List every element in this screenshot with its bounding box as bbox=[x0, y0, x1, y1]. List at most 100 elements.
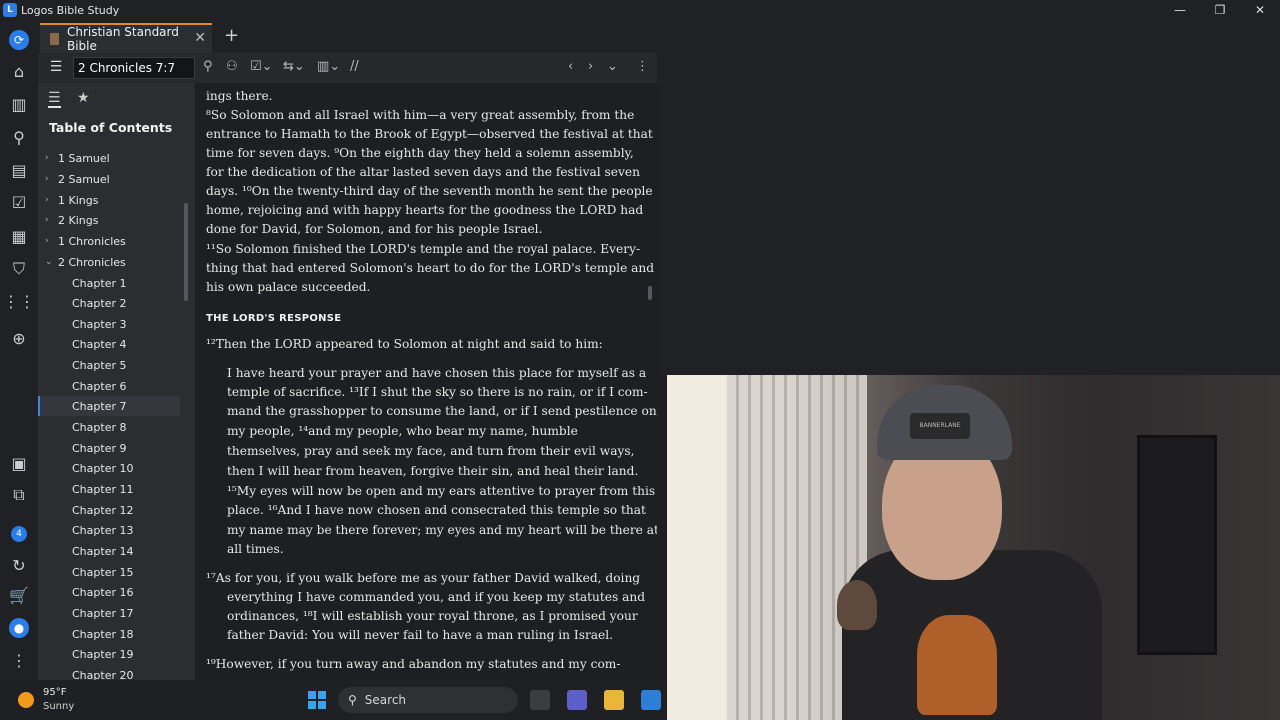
poem-line[interactable]: my name may be there forever; my eyes an… bbox=[227, 523, 657, 537]
toc-chapter-6[interactable]: Chapter 6 bbox=[38, 376, 180, 396]
task-view-icon[interactable] bbox=[530, 690, 550, 710]
weather-condition[interactable]: Sunny bbox=[43, 701, 74, 712]
verse-line[interactable]: thing that had entered Solomon's heart t… bbox=[206, 261, 657, 275]
verse-line[interactable]: his own palace succeeded. bbox=[206, 280, 370, 294]
toc-book-1-kings[interactable]: › 1 Kings bbox=[38, 190, 180, 210]
poem-line[interactable]: I have heard your prayer and have chosen… bbox=[227, 366, 646, 380]
verse-line[interactable]: days. ¹⁰On the twenty-third day of the s… bbox=[206, 184, 653, 198]
more-icon[interactable]: ⋮ bbox=[9, 650, 29, 670]
toc-chapter-16[interactable]: Chapter 16 bbox=[38, 582, 180, 602]
toc-chapter-20[interactable]: Chapter 20 bbox=[38, 665, 180, 681]
visual-filter-icon[interactable]: ☑⌄ bbox=[250, 59, 273, 74]
history-dropdown-icon[interactable]: ⌄ bbox=[607, 59, 618, 74]
tab-christian-standard-bible[interactable]: Christian Standard Bible ✕ bbox=[40, 23, 212, 53]
toc-chapter-14[interactable]: Chapter 14 bbox=[38, 541, 180, 561]
undock-icon[interactable]: ⧉ bbox=[9, 485, 29, 505]
sun-icon[interactable] bbox=[18, 692, 34, 708]
toc-chapter-3[interactable]: Chapter 3 bbox=[38, 314, 180, 334]
toc-chapter-4[interactable]: Chapter 4 bbox=[38, 334, 180, 354]
poem-line[interactable]: everything I have commanded you, and if … bbox=[227, 590, 645, 604]
shield-icon[interactable]: ⛉ bbox=[9, 259, 29, 279]
verse-line[interactable]: entrance to Hamath to the Brook of Egypt… bbox=[206, 127, 653, 141]
toc-chapter-8[interactable]: Chapter 8 bbox=[38, 417, 180, 437]
poem-line[interactable]: place. ¹⁶And I have now chosen and conse… bbox=[227, 503, 646, 517]
poem-line[interactable]: father David: You will never fail to hav… bbox=[227, 628, 613, 642]
poem-line[interactable]: themselves, pray and seek my face, and t… bbox=[227, 444, 634, 458]
parallel-icon[interactable]: // bbox=[350, 59, 359, 74]
tab-close-icon[interactable]: ✕ bbox=[194, 30, 206, 46]
store-icon[interactable] bbox=[641, 690, 661, 710]
back-icon[interactable]: ‹ bbox=[568, 59, 573, 74]
poem-line[interactable]: ¹⁷As for you, if you walk before me as y… bbox=[206, 571, 640, 585]
favorites-tab-icon[interactable]: ★ bbox=[77, 90, 90, 106]
toc-chapter-15[interactable]: Chapter 15 bbox=[38, 562, 180, 582]
reference-input[interactable] bbox=[73, 57, 195, 79]
document-icon[interactable]: ▦ bbox=[9, 226, 29, 246]
verse-line[interactable]: for the dedication of the altar lasted s… bbox=[206, 165, 640, 179]
poem-line[interactable]: then I will hear from heaven, forgive th… bbox=[227, 464, 638, 478]
poem-line[interactable]: my people, ¹⁴and my people, who bear my … bbox=[227, 424, 578, 438]
library-icon[interactable]: ▥ bbox=[9, 94, 29, 114]
teams-icon[interactable] bbox=[567, 690, 587, 710]
toc-book-2-chronicles[interactable]: ⌄ 2 Chronicles bbox=[38, 252, 180, 272]
verse-line[interactable]: ⁸So Solomon and all Israel with him—a ve… bbox=[206, 108, 634, 122]
poem-line[interactable]: ¹⁹However, if you turn away and abandon … bbox=[206, 657, 620, 671]
poem-line[interactable]: all times. bbox=[227, 542, 284, 556]
toc-chapter-19[interactable]: Chapter 19 bbox=[38, 644, 180, 664]
toc-chapter-5[interactable]: Chapter 5 bbox=[38, 355, 180, 375]
poem-line[interactable]: ordinances, ¹⁸I will establish your roya… bbox=[227, 609, 638, 623]
forward-icon[interactable]: › bbox=[588, 59, 593, 74]
toc-chapter-13[interactable]: Chapter 13 bbox=[38, 520, 180, 540]
more-options-icon[interactable]: ⋮ bbox=[636, 59, 649, 74]
windows-start-icon[interactable] bbox=[308, 691, 326, 709]
toc-chapter-7[interactable]: Chapter 7 bbox=[38, 396, 180, 416]
new-tab-button[interactable]: + bbox=[224, 25, 239, 46]
account-icon[interactable]: ● bbox=[9, 618, 29, 638]
verse-line[interactable]: ings there. bbox=[206, 89, 273, 103]
verse-line[interactable]: ¹²Then the LORD appeared to Solomon at n… bbox=[206, 337, 603, 351]
people-icon[interactable]: ⚇ bbox=[226, 59, 238, 74]
toc-chapter-11[interactable]: Chapter 11 bbox=[38, 479, 180, 499]
poem-line[interactable]: mand the grasshopper to consume the land… bbox=[227, 404, 657, 418]
notification-badge[interactable]: 4 bbox=[11, 526, 27, 542]
reader-scrollbar[interactable] bbox=[648, 286, 652, 300]
guides-icon[interactable]: ▤ bbox=[9, 160, 29, 180]
verse-line[interactable]: ¹¹So Solomon finished the LORD's temple … bbox=[206, 242, 640, 256]
poem-line[interactable]: ¹⁵My eyes will now be open and my ears a… bbox=[227, 484, 655, 498]
search-icon[interactable]: ⚲ bbox=[203, 59, 213, 74]
poem-line[interactable]: temple of sacrifice. ¹³If I shut the sky… bbox=[227, 385, 648, 399]
taskbar-search[interactable]: ⚲ Search bbox=[338, 687, 518, 713]
layouts-icon[interactable]: ▣ bbox=[9, 453, 29, 473]
minimize-button[interactable]: — bbox=[1160, 0, 1200, 20]
toc-tab-icon[interactable]: ☰ bbox=[48, 90, 61, 108]
close-window-button[interactable]: ✕ bbox=[1240, 0, 1280, 20]
toc-book-1-samuel[interactable]: › 1 Samuel bbox=[38, 148, 180, 168]
home-icon[interactable]: ⌂ bbox=[9, 61, 29, 81]
verse-line[interactable]: home, rejoicing and with happy hearts fo… bbox=[206, 203, 643, 217]
interlinear-icon[interactable]: ⇆⌄ bbox=[283, 59, 305, 74]
file-explorer-icon[interactable] bbox=[604, 690, 624, 710]
toc-chapter-9[interactable]: Chapter 9 bbox=[38, 438, 180, 458]
cart-icon[interactable]: 🛒 bbox=[9, 585, 29, 605]
add-icon[interactable]: ⊕ bbox=[9, 328, 29, 348]
checklist-icon[interactable]: ☑ bbox=[9, 192, 29, 212]
maximize-button[interactable]: ❐ bbox=[1200, 0, 1240, 20]
search-sync-icon[interactable]: ⟳ bbox=[9, 30, 29, 50]
apps-grid-icon[interactable]: ⋮⋮ bbox=[3, 291, 35, 311]
toc-book-2-samuel[interactable]: › 2 Samuel bbox=[38, 169, 180, 189]
sync-icon[interactable]: ↻ bbox=[9, 555, 29, 575]
layout-icon[interactable]: ▥⌄ bbox=[317, 59, 340, 74]
search-icon[interactable]: ⚲ bbox=[9, 127, 29, 147]
toc-chapter-2[interactable]: Chapter 2 bbox=[38, 293, 180, 313]
toc-chapter-1[interactable]: Chapter 1 bbox=[38, 273, 180, 293]
verse-line[interactable]: time for seven days. ⁹On the eighth day … bbox=[206, 146, 634, 160]
toc-chapter-17[interactable]: Chapter 17 bbox=[38, 603, 180, 623]
toc-book-1-chronicles[interactable]: › 1 Chronicles bbox=[38, 231, 180, 251]
toc-chapter-10[interactable]: Chapter 10 bbox=[38, 458, 180, 478]
toc-book-2-kings[interactable]: › 2 Kings bbox=[38, 210, 180, 230]
toc-chapter-12[interactable]: Chapter 12 bbox=[38, 500, 180, 520]
hamburger-menu-icon[interactable]: ☰ bbox=[48, 59, 64, 75]
sidebar-scrollbar[interactable] bbox=[184, 203, 188, 301]
toc-chapter-18[interactable]: Chapter 18 bbox=[38, 624, 180, 644]
weather-temperature[interactable]: 95°F bbox=[43, 687, 66, 698]
